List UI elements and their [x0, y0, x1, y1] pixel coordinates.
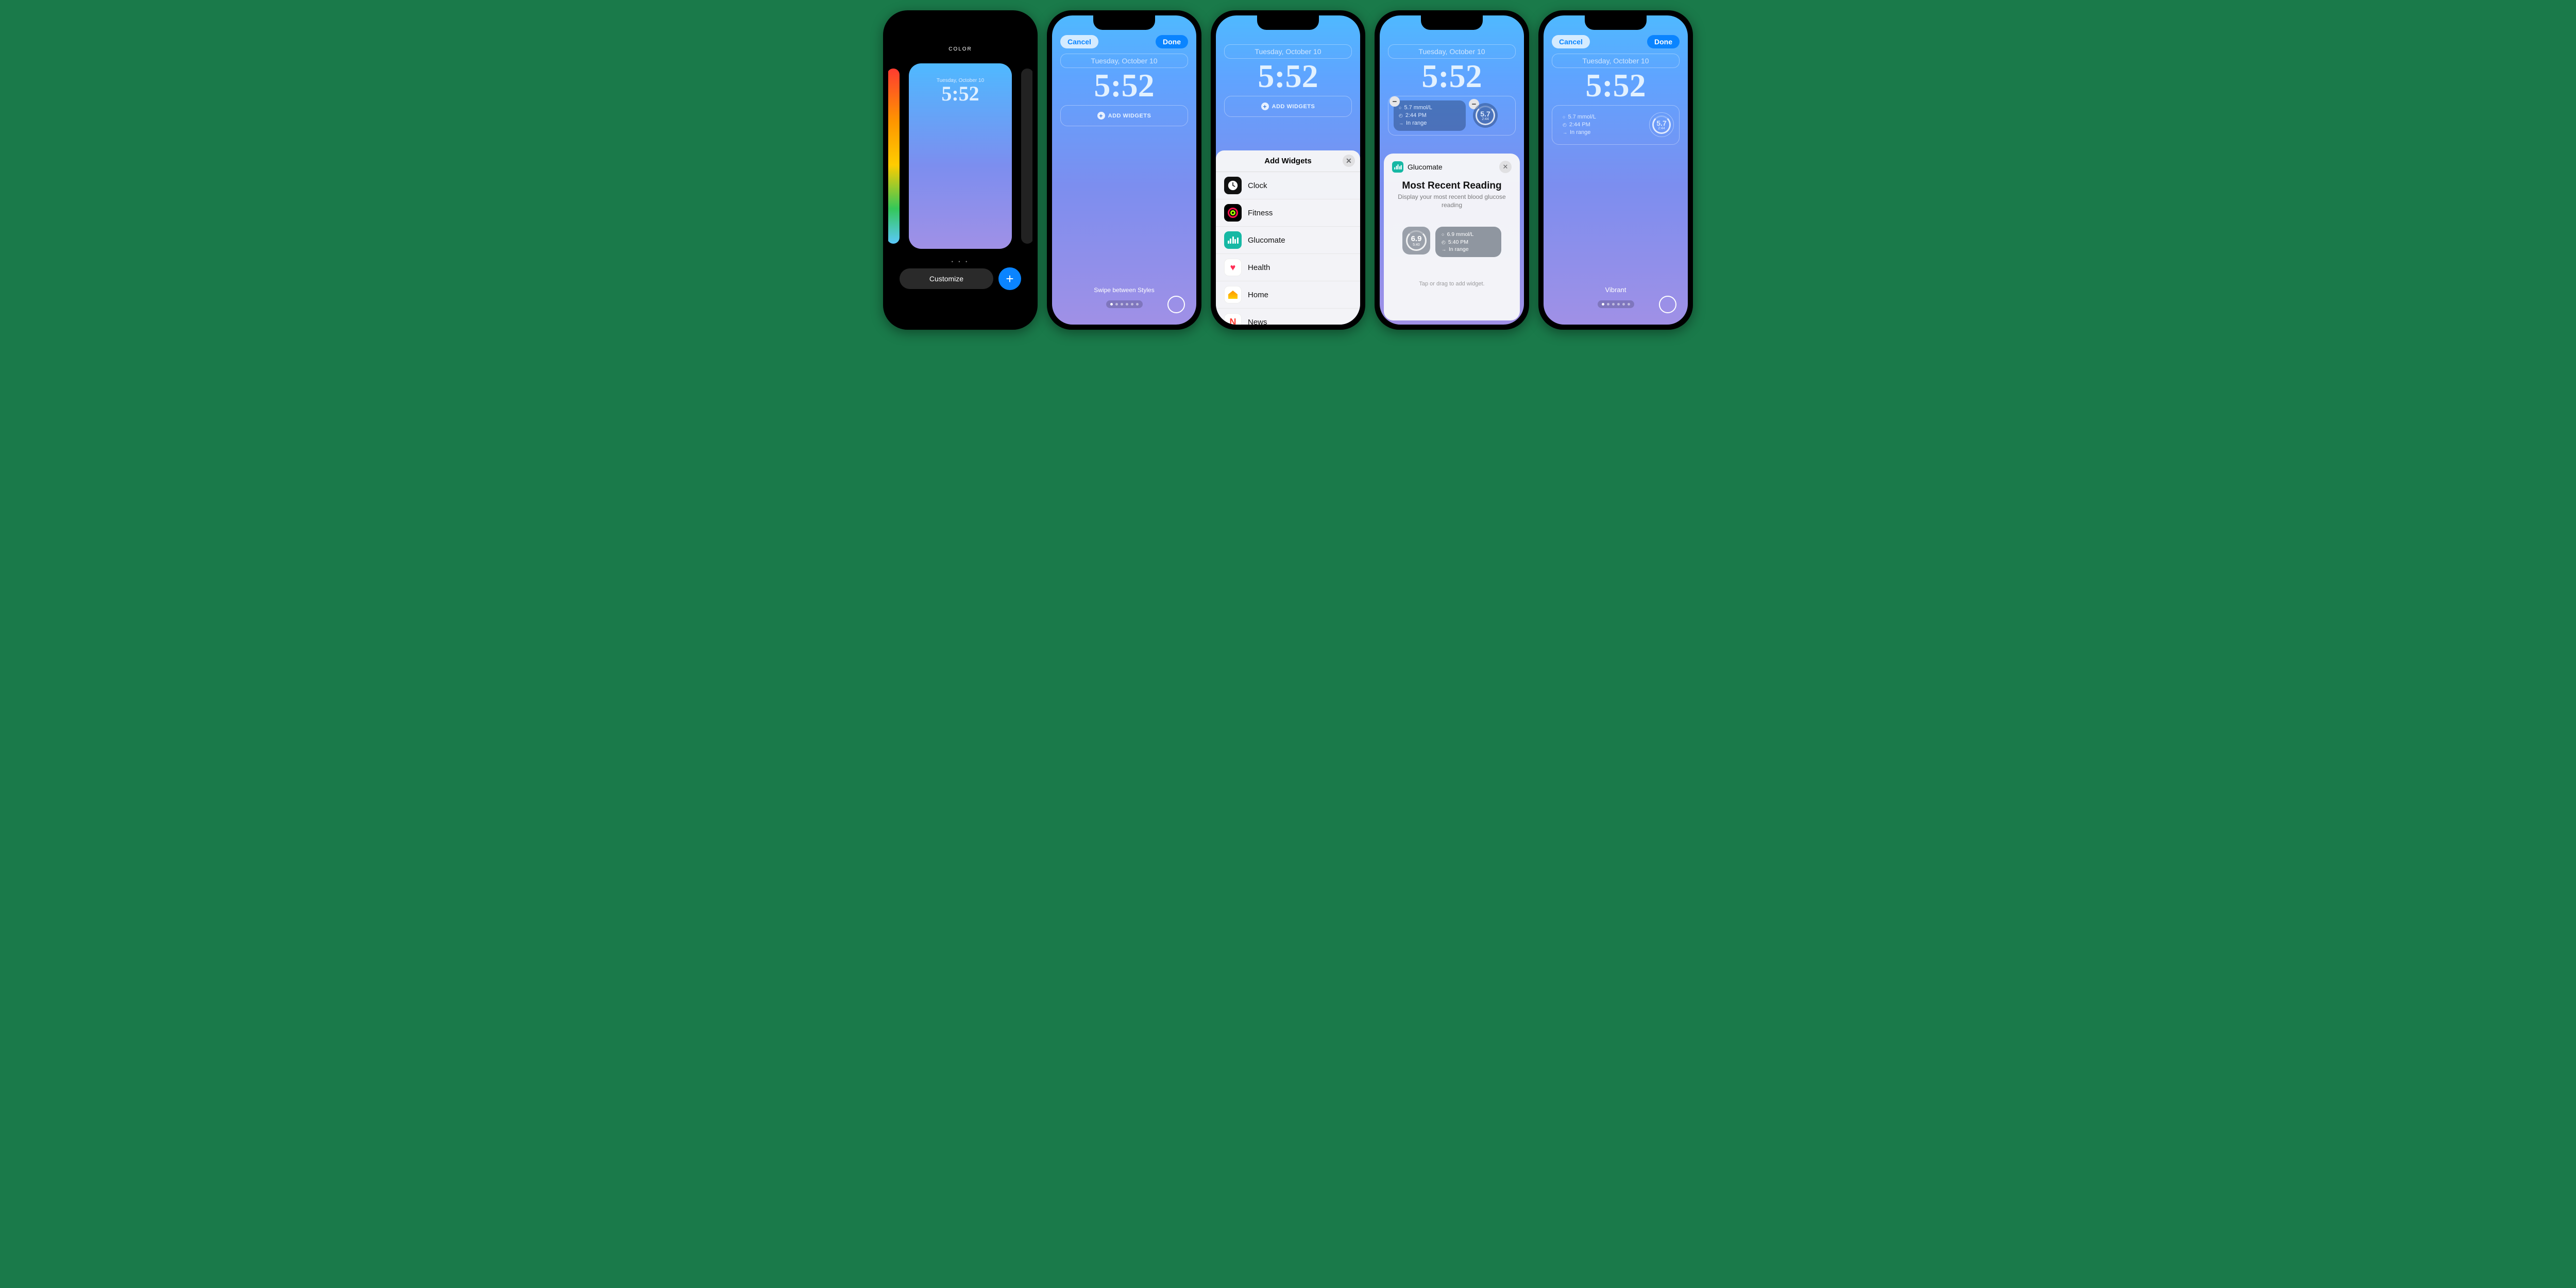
date-widget-slot[interactable]: Tuesday, October 10: [1388, 44, 1516, 59]
widget-app-health[interactable]: ♥ Health: [1216, 254, 1360, 281]
wallpaper-carousel[interactable]: Tuesday, October 10 5:52: [888, 58, 1032, 254]
done-button[interactable]: Done: [1156, 35, 1188, 48]
plus-icon: +: [1261, 103, 1269, 110]
phone-gallery: COLOR Tuesday, October 10 5:52 • • • Cus…: [883, 10, 1038, 330]
fitness-icon: [1224, 204, 1242, 222]
clock-display[interactable]: 5:52: [1052, 69, 1196, 102]
clock-icon: [1442, 239, 1446, 246]
wallpaper-prev[interactable]: [888, 69, 900, 244]
screen-editor-done: Cancel Done Tuesday, October 10 5:52 5.7…: [1544, 15, 1688, 325]
cancel-button[interactable]: Cancel: [1060, 35, 1098, 48]
close-button[interactable]: ✕: [1499, 161, 1512, 173]
arrow-icon: [1399, 120, 1403, 127]
clock-icon: [1224, 177, 1242, 194]
placed-widget-rect[interactable]: − 5.7 mmol/L 2:44 PM In range: [1394, 100, 1466, 131]
drop-icon: [1442, 231, 1444, 238]
glucomate-icon: [1392, 161, 1403, 173]
clock-icon: [1399, 112, 1403, 120]
widget-app-glucomate[interactable]: Glucomate: [1216, 227, 1360, 254]
clock-display[interactable]: 5:52: [1216, 60, 1360, 93]
phone-widget-list: Tuesday, October 10 5:52 + ADD WIDGETS A…: [1211, 10, 1365, 330]
widget-app-news[interactable]: N News: [1216, 309, 1360, 325]
widget-subtitle: Display your most recent blood glucose r…: [1392, 193, 1512, 209]
card-time: 5:52: [909, 83, 1012, 104]
phone-editor-empty: Cancel Done Tuesday, October 10 5:52 + A…: [1047, 10, 1201, 330]
wallpaper-next[interactable]: [1021, 69, 1032, 244]
glucomate-icon: [1224, 231, 1242, 249]
widget-slot-populated[interactable]: − 5.7 mmol/L 2:44 PM In range − 5.7 2:44: [1388, 96, 1516, 135]
notch: [1093, 15, 1155, 30]
carousel-dots: • • •: [888, 259, 1032, 264]
add-widgets-label: ADD WIDGETS: [1272, 104, 1315, 110]
add-widgets-slot[interactable]: + ADD WIDGETS: [1060, 105, 1188, 126]
widget-slot-populated[interactable]: 5.7 mmol/L 2:44 PM In range 5.7 2:44: [1552, 105, 1680, 145]
add-wallpaper-button[interactable]: +: [998, 267, 1021, 290]
add-widgets-sheet: Add Widgets ✕ Clock Fitness: [1216, 150, 1360, 325]
close-button[interactable]: ✕: [1343, 155, 1355, 167]
clock-icon: [1563, 121, 1567, 129]
widget-preview-small[interactable]: 6.9 5:40: [1402, 227, 1430, 255]
widget-preview-medium[interactable]: 6.9 mmol/L 5:40 PM In range: [1435, 227, 1501, 257]
screen-widget-list: Tuesday, October 10 5:52 + ADD WIDGETS A…: [1216, 15, 1360, 325]
clock-display[interactable]: 5:52: [1380, 60, 1524, 93]
phone-glucomate-picker: Tuesday, October 10 5:52 − 5.7 mmol/L 2:…: [1375, 10, 1529, 330]
remove-widget-button[interactable]: −: [1389, 96, 1400, 107]
date-widget-slot[interactable]: Tuesday, October 10: [1552, 54, 1680, 68]
health-icon: ♥: [1224, 259, 1242, 276]
drag-hint: Tap or drag to add widget.: [1392, 281, 1512, 287]
widget-app-list[interactable]: Clock Fitness Glucomate ♥ Health: [1216, 172, 1360, 325]
cancel-button[interactable]: Cancel: [1552, 35, 1590, 48]
placed-widget-rect[interactable]: 5.7 mmol/L 2:44 PM In range: [1557, 110, 1630, 140]
sheet-app-name: Glucomate: [1408, 163, 1443, 171]
add-widgets-label: ADD WIDGETS: [1108, 113, 1151, 119]
home-icon: [1224, 286, 1242, 303]
date-widget-slot[interactable]: Tuesday, October 10: [1224, 44, 1352, 59]
clock-display[interactable]: 5:52: [1544, 69, 1688, 102]
placed-widget-circle[interactable]: 5.7 2:44: [1649, 112, 1674, 137]
notch: [1257, 15, 1319, 30]
done-button[interactable]: Done: [1647, 35, 1680, 48]
wallpaper-card[interactable]: Tuesday, October 10 5:52: [909, 63, 1012, 249]
drop-icon: [1563, 113, 1565, 121]
arrow-icon: [1563, 129, 1567, 137]
phone-editor-done: Cancel Done Tuesday, October 10 5:52 5.7…: [1538, 10, 1693, 330]
plus-icon: +: [1097, 112, 1105, 120]
widget-app-fitness[interactable]: Fitness: [1216, 199, 1360, 227]
gallery-heading: COLOR: [888, 46, 1032, 52]
widget-app-home[interactable]: Home: [1216, 281, 1360, 309]
screen-gallery: COLOR Tuesday, October 10 5:52 • • • Cus…: [888, 15, 1032, 325]
news-icon: N: [1224, 313, 1242, 325]
drop-icon: [1399, 104, 1401, 112]
swipe-hint: Swipe between Styles: [1052, 286, 1196, 294]
color-picker-button[interactable]: [1659, 296, 1676, 313]
notch: [1421, 15, 1483, 30]
placed-widget-circle[interactable]: − 5.7 2:44: [1473, 103, 1498, 128]
arrow-icon: [1442, 246, 1446, 253]
date-widget-slot[interactable]: Tuesday, October 10: [1060, 54, 1188, 68]
widget-title: Most Recent Reading: [1392, 180, 1512, 192]
add-widgets-slot[interactable]: + ADD WIDGETS: [1224, 96, 1352, 117]
color-picker-button[interactable]: [1167, 296, 1185, 313]
notch: [929, 15, 991, 30]
screen-glucomate: Tuesday, October 10 5:52 − 5.7 mmol/L 2:…: [1380, 15, 1524, 325]
screen-editor: Cancel Done Tuesday, October 10 5:52 + A…: [1052, 15, 1196, 325]
notch: [1585, 15, 1647, 30]
glucomate-widget-sheet: Glucomate ✕ Most Recent Reading Display …: [1384, 154, 1520, 320]
customize-button[interactable]: Customize: [900, 268, 993, 289]
style-name: Vibrant: [1544, 286, 1688, 294]
sheet-title: Add Widgets ✕: [1216, 150, 1360, 172]
widget-app-clock[interactable]: Clock: [1216, 172, 1360, 199]
